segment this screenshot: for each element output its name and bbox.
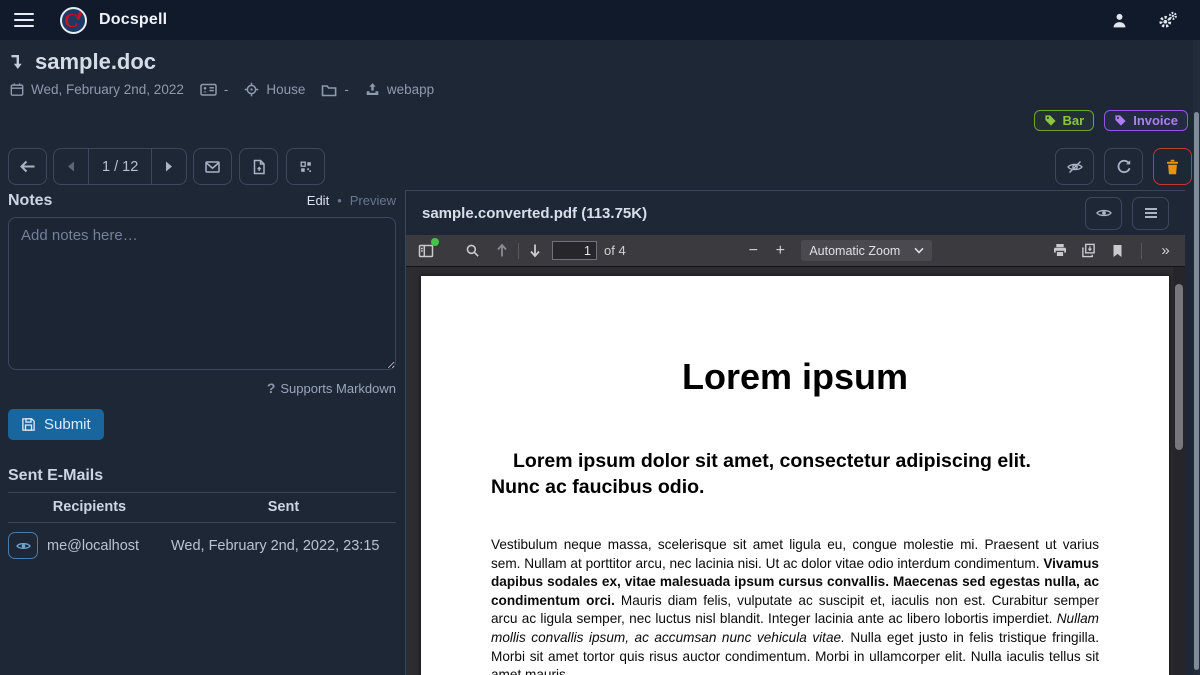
item-title-row: sample.doc [10, 49, 156, 75]
pdf-scrollbar-thumb[interactable] [1175, 284, 1183, 450]
item-person: House [244, 82, 305, 97]
tag-badge-bar[interactable]: Bar [1034, 110, 1095, 131]
pdf-doc-heading: Lorem ipsum dolor sit amet, consectetur … [491, 448, 1073, 500]
envelope-icon [204, 160, 221, 174]
notes-input[interactable] [8, 217, 396, 370]
item-pagination: 1 / 12 [53, 148, 187, 185]
page-number-input[interactable] [552, 241, 597, 260]
save-icon [21, 417, 36, 432]
attachment-header: sample.converted.pdf (113.75K) [406, 191, 1185, 235]
cogs-icon[interactable] [1158, 11, 1178, 29]
col-recipients: Recipients [8, 493, 171, 523]
item-source: webapp [365, 82, 434, 97]
page-scrollbar[interactable] [1193, 40, 1200, 675]
pdf-doc-title: Lorem ipsum [421, 356, 1169, 398]
prev-item-button[interactable] [54, 149, 88, 184]
tag-badge-invoice[interactable]: Invoice [1104, 110, 1188, 131]
hamburger-menu-icon[interactable] [14, 9, 34, 31]
delete-button[interactable] [1153, 148, 1192, 185]
refresh-icon [1116, 159, 1132, 175]
notification-dot [431, 238, 439, 246]
notes-edit-link[interactable]: Edit [307, 193, 329, 208]
attachment-menu-button[interactable] [1132, 197, 1169, 230]
qrcode-button[interactable] [286, 148, 325, 185]
eye-slash-icon [1066, 159, 1084, 175]
attachment-filename: sample.converted.pdf (113.75K) [422, 205, 647, 222]
chevron-left-icon [67, 161, 75, 172]
reprocess-button[interactable] [1104, 148, 1143, 185]
attachment-panel: sample.converted.pdf (113.75K) [405, 190, 1185, 675]
zoom-in-icon[interactable]: + [769, 242, 791, 260]
back-arrow-icon [19, 159, 36, 174]
bookmark-icon[interactable] [1107, 240, 1129, 262]
eye-icon [1096, 207, 1112, 219]
item-meta-row: Wed, February 2nd, 2022 - House - webapp [10, 82, 442, 97]
attachment-view-button[interactable] [1085, 197, 1122, 230]
calendar-icon [10, 82, 24, 97]
recipient-address: me@localhost [47, 538, 139, 554]
chevron-down-icon [914, 247, 924, 254]
pdf-viewer: Lorem ipsum Lorem ipsum dolor sit amet, … [406, 267, 1185, 675]
upload-icon [365, 82, 380, 97]
level-down-icon [10, 54, 25, 71]
send-mail-button[interactable] [193, 148, 232, 185]
markdown-hint: ?Supports Markdown [8, 380, 396, 396]
crosshairs-icon [244, 82, 259, 97]
notes-heading: Notes [8, 192, 52, 210]
pdf-doc-body: Vestibulum neque massa, scelerisque sit … [491, 536, 1099, 675]
page-up-icon[interactable] [491, 240, 513, 262]
tag-icon [1114, 114, 1127, 127]
print-icon[interactable] [1049, 240, 1071, 262]
chevron-right-icon [165, 161, 173, 172]
more-tools-icon[interactable]: » [1154, 240, 1176, 262]
item-toolbar: 1 / 12 [8, 148, 1192, 185]
col-sent: Sent [171, 493, 396, 523]
next-item-button[interactable] [151, 149, 186, 184]
item-folder: - [321, 82, 349, 97]
trash-icon [1165, 159, 1180, 175]
view-mail-button[interactable] [8, 532, 38, 559]
file-upload-icon [252, 159, 266, 175]
top-navbar: C Docspell [0, 0, 1200, 40]
sent-timestamp: Wed, February 2nd, 2022, 23:15 [171, 523, 396, 569]
question-icon: ? [267, 380, 276, 396]
docspell-logo[interactable]: C [60, 7, 87, 34]
download-icon[interactable] [1078, 240, 1100, 262]
back-button[interactable] [8, 148, 47, 185]
page-count-label: of 4 [604, 243, 626, 258]
add-file-button[interactable] [239, 148, 278, 185]
item-correspondent: - [200, 82, 229, 97]
search-icon[interactable] [461, 240, 483, 262]
pdf-scrollbar[interactable] [1173, 267, 1185, 675]
pdf-toolbar: of 4 − + Automatic Zoom [406, 235, 1185, 267]
tag-list: Bar Invoice [1034, 110, 1188, 131]
item-date: Wed, February 2nd, 2022 [10, 82, 184, 97]
notes-panel: Notes Edit • Preview ?Supports Markdown … [8, 192, 396, 568]
docspell-app: C Docspell sample.doc Wed, Febru [0, 0, 1200, 675]
submit-notes-button[interactable]: Submit [8, 409, 104, 440]
unconfirm-button[interactable] [1055, 148, 1094, 185]
sent-emails-heading: Sent E-Mails [8, 467, 396, 493]
sent-emails-table: Recipients Sent me@localhost [8, 493, 396, 568]
folder-icon [321, 83, 337, 97]
sidebar-toggle-icon[interactable] [415, 240, 437, 262]
sent-email-row: me@localhost Wed, February 2nd, 2022, 23… [8, 523, 396, 569]
zoom-select[interactable]: Automatic Zoom [801, 240, 932, 261]
menu-icon [1144, 207, 1158, 219]
notes-preview-link[interactable]: Preview [350, 193, 396, 208]
app-title: Docspell [99, 11, 167, 29]
zoom-out-icon[interactable]: − [742, 242, 764, 260]
tag-icon [1044, 114, 1057, 127]
item-title: sample.doc [35, 49, 156, 75]
address-card-icon [200, 82, 217, 97]
user-icon[interactable] [1111, 12, 1128, 29]
page-scrollbar-thumb[interactable] [1194, 112, 1199, 670]
page-down-icon[interactable] [524, 240, 546, 262]
eye-icon [16, 540, 31, 552]
qrcode-icon [299, 160, 313, 174]
pagination-label: 1 / 12 [88, 149, 151, 184]
pdf-page: Lorem ipsum Lorem ipsum dolor sit amet, … [421, 276, 1169, 675]
